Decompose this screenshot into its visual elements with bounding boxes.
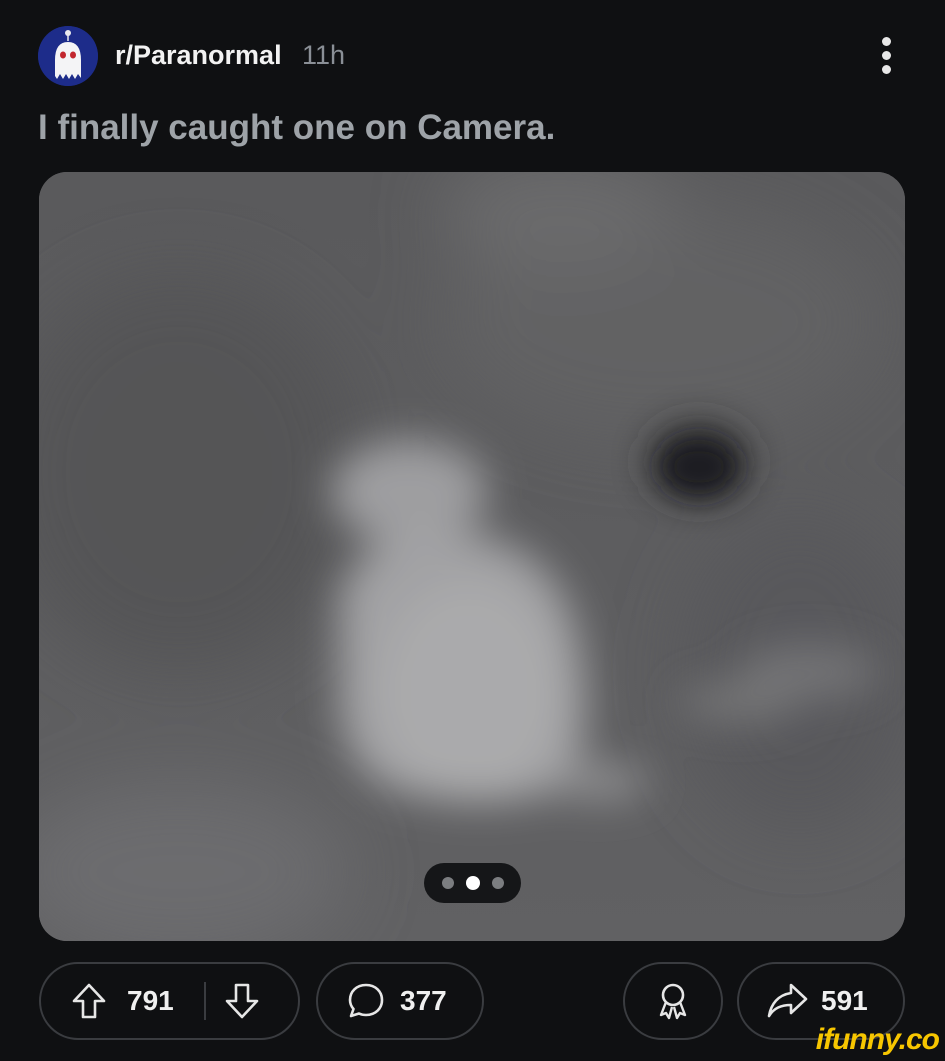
page-dot-active[interactable] <box>465 876 480 890</box>
award-icon <box>659 983 687 1020</box>
subreddit-avatar[interactable] <box>38 26 98 86</box>
award-button[interactable] <box>623 962 723 1040</box>
upvote-count: 791 <box>127 985 174 1016</box>
post-header: r/Paranormal 11h <box>38 24 908 86</box>
downvote-button[interactable] <box>224 982 260 1020</box>
arrow-down-icon <box>225 983 259 1019</box>
comment-icon-wrap <box>346 981 386 1021</box>
comment-count: 377 <box>400 985 447 1016</box>
more-vertical-icon <box>881 37 891 46</box>
post-image-carousel[interactable] <box>39 172 905 941</box>
page-dot[interactable] <box>491 877 504 889</box>
vote-divider <box>203 982 206 1020</box>
more-dot <box>881 65 891 74</box>
speech-bubble-icon <box>348 983 384 1018</box>
ifunny-watermark: ifunny.co <box>815 1023 940 1056</box>
arrow-up-icon <box>72 983 106 1019</box>
post-timestamp: 11h <box>302 40 346 70</box>
page-dot[interactable] <box>441 877 454 889</box>
more-options-button[interactable] <box>876 34 896 78</box>
vote-control: 791 <box>39 962 300 1040</box>
post-image <box>39 172 905 941</box>
action-bar: 791 377 591 <box>0 962 945 1042</box>
share-count: 591 <box>821 985 868 1016</box>
more-dot <box>881 51 891 60</box>
upvote-button[interactable] <box>71 982 107 1020</box>
comments-button[interactable]: 377 <box>316 962 484 1040</box>
ghost-avatar-icon <box>38 26 98 86</box>
share-arrow-icon <box>767 983 808 1018</box>
carousel-pagination <box>424 863 521 903</box>
share-icon-wrap <box>765 981 809 1021</box>
post-title[interactable]: I finally caught one on Camera. <box>38 108 555 148</box>
subreddit-name[interactable]: r/Paranormal <box>115 40 282 71</box>
